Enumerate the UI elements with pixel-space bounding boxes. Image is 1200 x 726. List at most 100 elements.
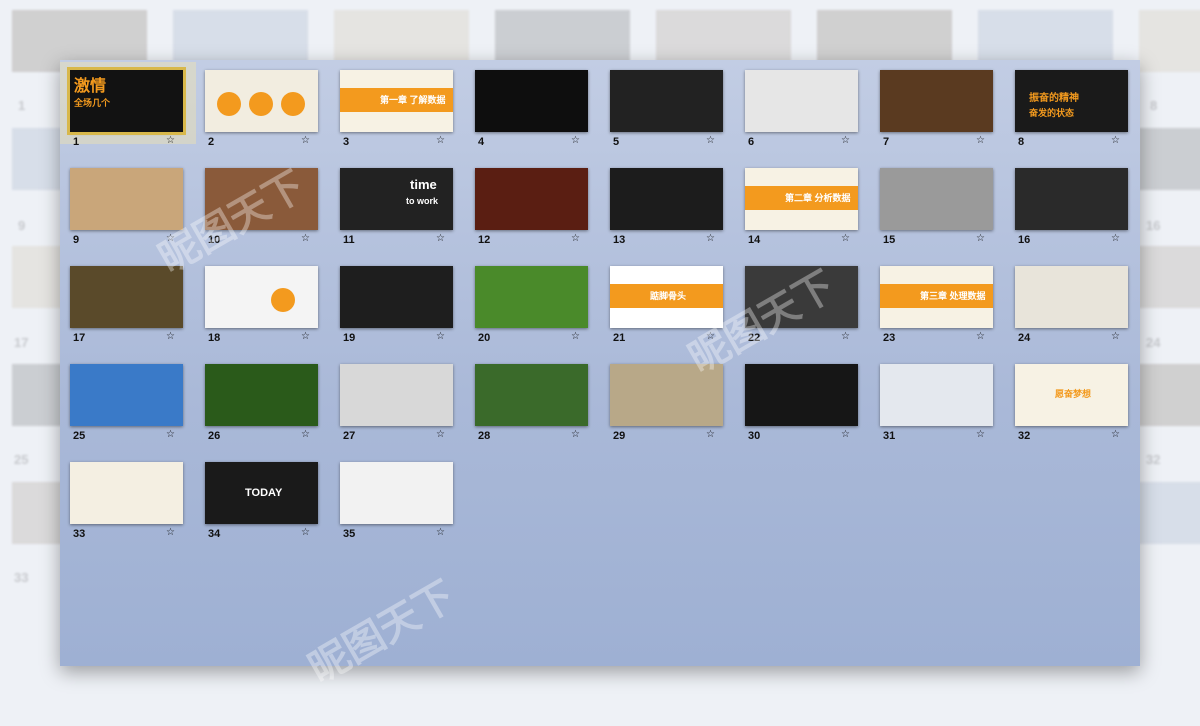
slide-thumbnail-4[interactable]: 4 ☆: [465, 62, 601, 148]
slide-preview: 踮脚骨头: [610, 266, 723, 328]
slide-number: 13: [613, 234, 626, 246]
slide-thumbnail-12[interactable]: 12 ☆: [465, 160, 601, 246]
animation-star-icon[interactable]: ☆: [166, 527, 175, 538]
slide-preview: [880, 70, 993, 132]
animation-star-icon[interactable]: ☆: [166, 135, 175, 146]
slide-thumbnail-2[interactable]: 2 ☆: [195, 62, 331, 148]
slide-number: 33: [73, 528, 86, 540]
slide-thumbnail-21[interactable]: 踮脚骨头 21 ☆: [600, 258, 736, 344]
slide-thumbnail-24[interactable]: 24 ☆: [1005, 258, 1141, 344]
slide-thumbnail-33[interactable]: 33 ☆: [60, 454, 196, 540]
slide-thumbnail-17[interactable]: 17 ☆: [60, 258, 196, 344]
slide-thumbnail-16[interactable]: 16 ☆: [1005, 160, 1141, 246]
animation-star-icon[interactable]: ☆: [1111, 233, 1120, 244]
animation-star-icon[interactable]: ☆: [571, 331, 580, 342]
background-slide-number: 8: [1150, 98, 1158, 113]
slide-preview: [745, 70, 858, 132]
animation-star-icon[interactable]: ☆: [301, 331, 310, 342]
slide-preview: [475, 168, 588, 230]
animation-star-icon[interactable]: ☆: [976, 233, 985, 244]
slide-preview: [745, 266, 858, 328]
slide-thumbnail-35[interactable]: 35 ☆: [330, 454, 466, 540]
slide-subtitle-text: 全场几个: [74, 98, 111, 108]
slide-preview: [340, 462, 453, 524]
slide-preview: 振奋的精神 奋发的状态: [1015, 70, 1128, 132]
slide-thumbnail-8[interactable]: 振奋的精神 奋发的状态 8 ☆: [1005, 62, 1141, 148]
animation-star-icon[interactable]: ☆: [571, 429, 580, 440]
animation-star-icon[interactable]: ☆: [1111, 135, 1120, 146]
animation-star-icon[interactable]: ☆: [841, 429, 850, 440]
slide-thumbnail-28[interactable]: 28 ☆: [465, 356, 601, 442]
slide-thumbnail-10[interactable]: 10 ☆: [195, 160, 331, 246]
slide-thumbnail-32[interactable]: 愿奋梦想 32 ☆: [1005, 356, 1141, 442]
slide-thumbnail-15[interactable]: 15 ☆: [870, 160, 1006, 246]
animation-star-icon[interactable]: ☆: [436, 331, 445, 342]
animation-star-icon[interactable]: ☆: [301, 233, 310, 244]
animation-star-icon[interactable]: ☆: [571, 233, 580, 244]
slide-thumbnail-29[interactable]: 29 ☆: [600, 356, 736, 442]
animation-star-icon[interactable]: ☆: [976, 429, 985, 440]
animation-star-icon[interactable]: ☆: [706, 331, 715, 342]
animation-star-icon[interactable]: ☆: [1111, 331, 1120, 342]
animation-star-icon[interactable]: ☆: [706, 429, 715, 440]
slide-thumbnail-22[interactable]: 22 ☆: [735, 258, 871, 344]
animation-star-icon[interactable]: ☆: [436, 429, 445, 440]
slide-thumbnail-26[interactable]: 26 ☆: [195, 356, 331, 442]
background-thumbnail: [1139, 364, 1200, 426]
animation-star-icon[interactable]: ☆: [841, 233, 850, 244]
animation-star-icon[interactable]: ☆: [301, 527, 310, 538]
animation-star-icon[interactable]: ☆: [976, 331, 985, 342]
slide-thumbnail-11[interactable]: time to work 11 ☆: [330, 160, 466, 246]
slide-preview: 第三章 处理数据: [880, 266, 993, 328]
slide-preview: [475, 70, 588, 132]
slide-thumbnail-20[interactable]: 20 ☆: [465, 258, 601, 344]
slide-title-text: 愿奋梦想: [1055, 389, 1092, 399]
animation-star-icon[interactable]: ☆: [841, 135, 850, 146]
slide-thumbnail-18[interactable]: 18 ☆: [195, 258, 331, 344]
slide-thumbnail-31[interactable]: 31 ☆: [870, 356, 1006, 442]
slide-thumbnail-5[interactable]: 5 ☆: [600, 62, 736, 148]
slide-number: 3: [343, 136, 350, 148]
animation-star-icon[interactable]: ☆: [301, 135, 310, 146]
slide-thumbnail-34[interactable]: TODAY 34 ☆: [195, 454, 331, 540]
slide-thumbnail-27[interactable]: 27 ☆: [330, 356, 466, 442]
animation-star-icon[interactable]: ☆: [976, 135, 985, 146]
slide-number: 7: [883, 136, 890, 148]
slide-number: 28: [478, 430, 491, 442]
slide-thumbnail-13[interactable]: 13 ☆: [600, 160, 736, 246]
slide-title-text: 第二章 分析数据: [785, 193, 851, 203]
animation-star-icon[interactable]: ☆: [166, 331, 175, 342]
slide-preview: [475, 364, 588, 426]
slide-preview: [610, 70, 723, 132]
slide-title-text: 踮脚骨头: [650, 291, 687, 301]
background-thumbnail: [1139, 128, 1200, 190]
animation-star-icon[interactable]: ☆: [436, 233, 445, 244]
slide-number: 16: [1018, 234, 1031, 246]
slide-preview: [475, 266, 588, 328]
animation-star-icon[interactable]: ☆: [166, 233, 175, 244]
slide-number: 24: [1018, 332, 1031, 344]
animation-star-icon[interactable]: ☆: [706, 233, 715, 244]
slide-thumbnail-3[interactable]: 第一章 了解数据 3 ☆: [330, 62, 466, 148]
slide-thumbnail-19[interactable]: 19 ☆: [330, 258, 466, 344]
animation-star-icon[interactable]: ☆: [571, 135, 580, 146]
slide-preview: [610, 168, 723, 230]
animation-star-icon[interactable]: ☆: [1111, 429, 1120, 440]
slide-thumbnail-14[interactable]: 第二章 分析数据 14 ☆: [735, 160, 871, 246]
slide-number: 26: [208, 430, 221, 442]
animation-star-icon[interactable]: ☆: [841, 331, 850, 342]
animation-star-icon[interactable]: ☆: [301, 429, 310, 440]
slide-thumbnail-25[interactable]: 25 ☆: [60, 356, 196, 442]
animation-star-icon[interactable]: ☆: [436, 135, 445, 146]
slide-thumbnail-6[interactable]: 6 ☆: [735, 62, 871, 148]
slide-thumbnail-23[interactable]: 第三章 处理数据 23 ☆: [870, 258, 1006, 344]
animation-star-icon[interactable]: ☆: [166, 429, 175, 440]
slide-thumbnail-30[interactable]: 30 ☆: [735, 356, 871, 442]
slide-preview: [205, 70, 318, 132]
slide-thumbnail-1[interactable]: 激情 全场几个 1 ☆: [60, 62, 196, 148]
slide-thumbnail-9[interactable]: 9 ☆: [60, 160, 196, 246]
animation-star-icon[interactable]: ☆: [706, 135, 715, 146]
slide-title-text: time: [410, 177, 437, 192]
slide-thumbnail-7[interactable]: 7 ☆: [870, 62, 1006, 148]
animation-star-icon[interactable]: ☆: [436, 527, 445, 538]
